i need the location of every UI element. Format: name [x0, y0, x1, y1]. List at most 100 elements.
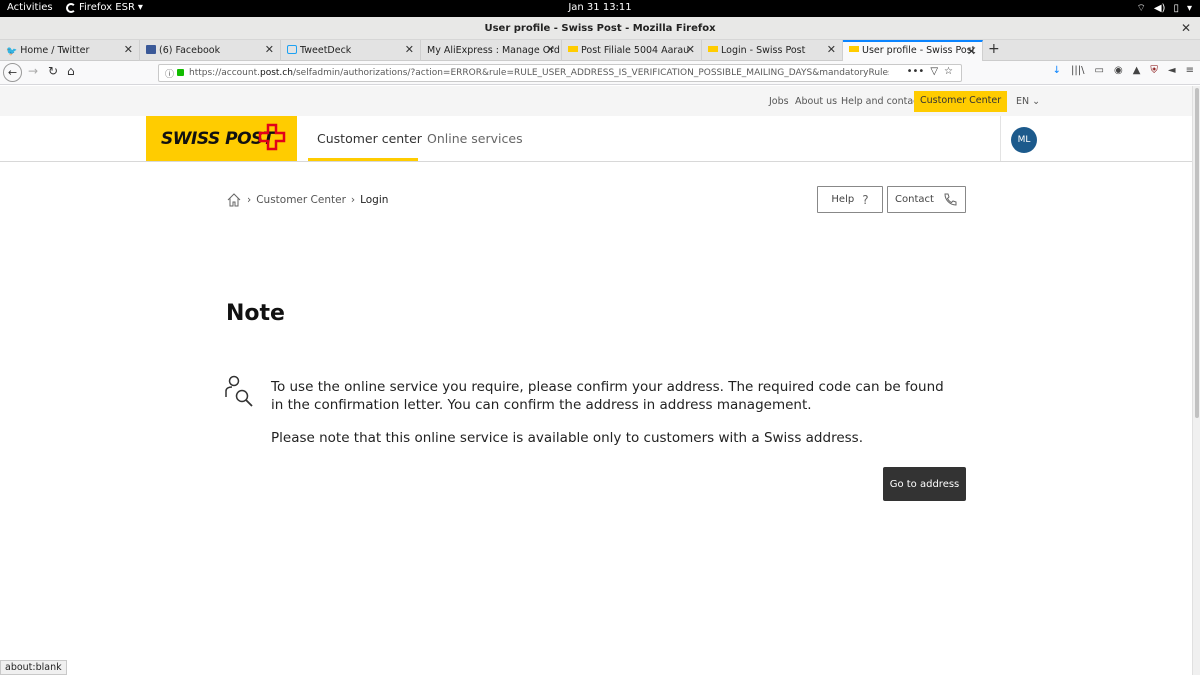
back-arrow-icon[interactable]: ←	[3, 63, 22, 82]
contact-button[interactable]: Contact	[887, 186, 966, 213]
library-icon[interactable]: |||\	[1071, 65, 1084, 76]
account-icon[interactable]: ◉	[1114, 65, 1123, 76]
close-tab-icon[interactable]: ✕	[405, 43, 414, 56]
chevron-right-icon: ›	[350, 194, 356, 206]
url-bar[interactable]: ⓘ https://account.post.ch/selfadmin/auth…	[158, 64, 962, 82]
wifi-icon: ⌔	[1136, 3, 1146, 14]
tab-aliexpress[interactable]: My AliExpress : Manage Ord ✕	[421, 40, 562, 61]
help-button[interactable]: Help ?	[817, 186, 883, 213]
tab-facebook[interactable]: (6) Facebook ✕	[140, 40, 281, 61]
nav-customer-center[interactable]: Customer center	[317, 131, 422, 146]
contact-button-label: Contact	[895, 194, 934, 205]
close-tab-icon[interactable]: ✕	[967, 45, 976, 58]
main-navigation: SWISS POST Customer center Online servic…	[0, 116, 1192, 162]
volume-icon: ◀)	[1153, 3, 1166, 14]
swiss-post-icon	[568, 46, 578, 52]
url-text[interactable]: https://account.post.ch/selfadmin/author…	[189, 68, 889, 78]
close-tab-icon[interactable]: ✕	[827, 43, 836, 56]
swiss-post-icon	[849, 46, 859, 52]
url-prefix: https://account.	[189, 68, 260, 78]
battery-icon: ▯	[1173, 3, 1179, 14]
home-icon[interactable]: ⌂	[67, 64, 75, 78]
swiss-post-icon	[708, 46, 718, 52]
customer-center-link[interactable]: Customer Center	[914, 91, 1008, 112]
tab-twitter[interactable]: 🐦 Home / Twitter ✕	[0, 40, 140, 61]
forward-arrow-icon[interactable]: →	[28, 64, 38, 78]
window-title: User profile - Swiss Post - Mozilla Fire…	[484, 23, 716, 34]
about-us-link[interactable]: About us	[795, 96, 837, 107]
gnome-top-bar: Activities Firefox ESR ▾ Jan 31 13:11 ⌔ …	[0, 0, 1200, 17]
avatar[interactable]: ML	[1011, 127, 1037, 153]
extension-icon[interactable]: ▲	[1133, 65, 1141, 76]
tab-label: Login - Swiss Post	[721, 45, 806, 56]
logo-text: SWISS POST	[161, 129, 274, 149]
tab-label: Home / Twitter	[20, 45, 90, 56]
page-title: Note	[226, 301, 285, 326]
megaphone-icon[interactable]: ◄	[1168, 65, 1176, 76]
clock[interactable]: Jan 31 13:11	[0, 2, 1200, 13]
person-search-icon	[225, 375, 253, 407]
bookmark-star-icon[interactable]: ☆	[944, 66, 953, 77]
toolbar-right: ↓ |||\ ▭ ◉ ▲ ⛨ ◄ ≡	[1053, 65, 1194, 76]
info-icon[interactable]: ⓘ	[165, 67, 174, 80]
facebook-icon	[146, 45, 156, 54]
hamburger-menu-icon[interactable]: ≡	[1186, 65, 1194, 76]
help-button-label: Help	[831, 194, 855, 205]
ublock-icon[interactable]: ⛨	[1150, 65, 1158, 76]
utility-navigation: Jobs About us Help and contact Customer …	[0, 86, 1192, 116]
tab-post-filiale[interactable]: Post Filiale 5004 Aarau ✕	[562, 40, 702, 61]
tab-label: (6) Facebook	[159, 45, 221, 56]
twitter-icon: 🐦	[6, 47, 18, 57]
question-icon: ?	[862, 192, 869, 207]
reload-icon[interactable]: ↻	[48, 64, 58, 78]
chevron-down-icon: ⌄	[1032, 96, 1041, 107]
new-tab-icon[interactable]: +	[988, 41, 1000, 57]
pocket-icon[interactable]: ▽	[930, 66, 938, 77]
tab-label: Post Filiale 5004 Aarau	[581, 45, 690, 56]
page-actions-icon[interactable]: •••	[907, 66, 925, 77]
close-tab-icon[interactable]: ✕	[546, 43, 555, 56]
breadcrumb-customer-center[interactable]: Customer Center	[256, 194, 346, 206]
phone-icon	[944, 193, 957, 206]
lock-icon	[177, 69, 184, 76]
close-window-icon[interactable]: ✕	[1181, 21, 1191, 35]
sidebar-icon[interactable]: ▭	[1095, 65, 1104, 76]
go-to-address-button[interactable]: Go to address	[883, 467, 966, 501]
chevron-down-icon: ▾	[1186, 3, 1192, 14]
tab-tweetdeck[interactable]: TweetDeck ✕	[281, 40, 421, 61]
tab-login[interactable]: Login - Swiss Post ✕	[702, 40, 843, 61]
navigation-toolbar: ← → ↻ ⌂ ⓘ https://account.post.ch/selfad…	[0, 61, 1200, 85]
swiss-address-note: Please note that this online service is …	[271, 430, 863, 446]
swiss-cross-icon	[258, 123, 286, 151]
address-confirmation-message: To use the online service you require, p…	[271, 379, 944, 413]
help-and-contact-link[interactable]: Help and contact	[841, 96, 922, 107]
url-domain: post.ch	[259, 68, 293, 78]
web-page: Jobs About us Help and contact Customer …	[0, 86, 1192, 675]
breadcrumb: › Customer Center › Login	[226, 192, 388, 208]
tab-user-profile[interactable]: User profile - Swiss Post ✕	[843, 40, 983, 61]
window-titlebar: User profile - Swiss Post - Mozilla Fire…	[0, 17, 1200, 40]
tweetdeck-icon	[287, 45, 297, 54]
divider	[1000, 116, 1001, 161]
home-icon[interactable]	[226, 192, 242, 208]
status-bar: about:blank	[0, 660, 67, 675]
language-label: EN	[1016, 96, 1030, 107]
swiss-post-logo[interactable]: SWISS POST	[146, 116, 297, 161]
nav-online-services[interactable]: Online services	[427, 131, 523, 146]
tab-label: My AliExpress : Manage Ord	[427, 45, 560, 56]
page-scrollbar[interactable]	[1192, 86, 1200, 675]
tab-strip: 🐦 Home / Twitter ✕ (6) Facebook ✕ TweetDe…	[0, 40, 1200, 61]
system-tray[interactable]: ⌔ ◀) ▯ ▾	[1136, 2, 1192, 15]
breadcrumb-current: Login	[360, 194, 389, 206]
jobs-link[interactable]: Jobs	[769, 96, 789, 107]
tab-label: User profile - Swiss Post	[862, 45, 976, 56]
language-selector[interactable]: EN ⌄	[1016, 96, 1040, 107]
close-tab-icon[interactable]: ✕	[686, 43, 695, 56]
url-path: /selfadmin/authorizations/?action=ERROR&…	[292, 68, 889, 78]
chevron-right-icon: ›	[247, 194, 252, 206]
scrollbar-thumb[interactable]	[1195, 88, 1199, 418]
download-icon[interactable]: ↓	[1053, 65, 1061, 76]
tab-label: TweetDeck	[300, 45, 352, 56]
close-tab-icon[interactable]: ✕	[265, 43, 274, 56]
close-tab-icon[interactable]: ✕	[124, 43, 133, 56]
